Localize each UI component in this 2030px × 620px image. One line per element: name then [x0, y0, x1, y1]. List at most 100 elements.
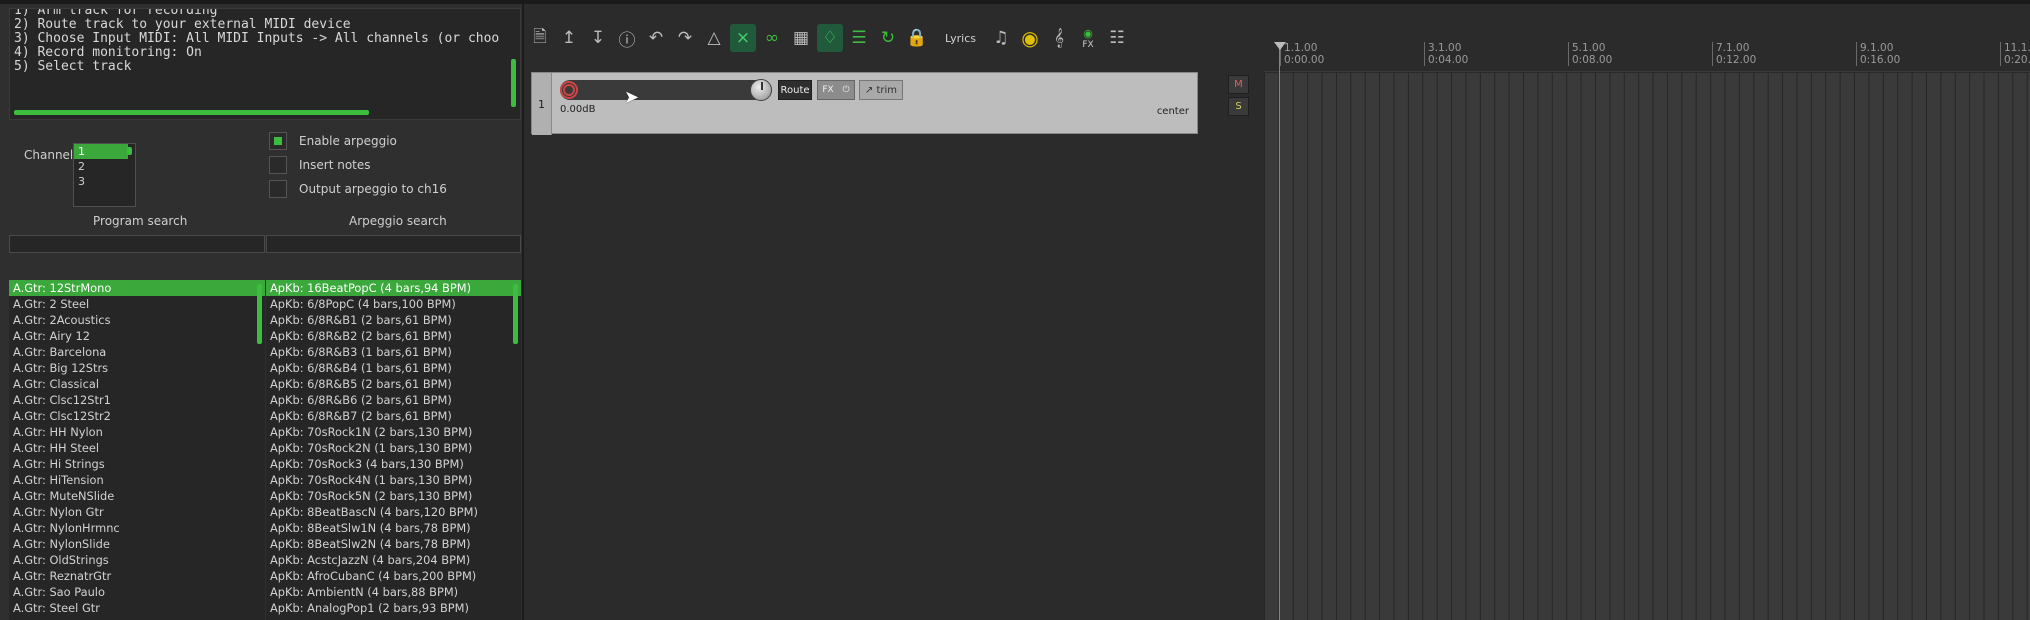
- arpeggio-list[interactable]: ApKb: 16BeatPopC (4 bars,94 BPM) ApKb: 6/…: [266, 280, 521, 620]
- fx-button[interactable]: FX ⏻: [817, 80, 855, 100]
- program-list-item[interactable]: A.Gtr: MuteNSlide: [9, 488, 265, 504]
- solo-button[interactable]: S: [1228, 97, 1249, 116]
- pan-readout: center: [1156, 106, 1189, 117]
- metronome-icon[interactable]: △: [701, 24, 727, 52]
- program-list-item[interactable]: A.Gtr: NylonSlide: [9, 536, 265, 552]
- timeline-ruler[interactable]: 1.1.00 0:00.00 3.1.00 0:04.00 5.1.00 0:08.00 7…: [1264, 40, 2030, 72]
- arpeggio-list-item[interactable]: ApKb: 6/8R&B2 (2 bars,61 BPM): [266, 328, 521, 344]
- ruler-mark: 11.1.000:20.00: [2000, 42, 2030, 66]
- program-list-item[interactable]: A.Gtr: Airy 12: [9, 328, 265, 344]
- instructions-hscroll[interactable]: [14, 110, 369, 115]
- program-list-item[interactable]: A.Gtr: NylonHrmnc: [9, 520, 265, 536]
- arpeggio-list-item[interactable]: ApKb: 70sRock1N (2 bars,130 BPM): [266, 424, 521, 440]
- arpeggio-list-item[interactable]: ApKb: 6/8R&B5 (2 bars,61 BPM): [266, 376, 521, 392]
- arpeggio-list-item[interactable]: ApKb: 6/8R&B4 (1 bars,61 BPM): [266, 360, 521, 376]
- program-list-item[interactable]: A.Gtr: Steel Gtr: [9, 600, 265, 616]
- arpeggio-list-item[interactable]: ApKb: 6/8R&B7 (2 bars,61 BPM): [266, 408, 521, 424]
- program-list-item[interactable]: A.Gtr: Clsc12Str2: [9, 408, 265, 424]
- record-arm-button[interactable]: [560, 81, 578, 99]
- trim-button[interactable]: ↗ trim: [859, 80, 903, 100]
- channel-item[interactable]: 3: [74, 174, 128, 189]
- program-list-item[interactable]: A.Gtr: Sao Paulo: [9, 584, 265, 600]
- enable-arpeggio-option[interactable]: Enable arpeggio: [269, 131, 397, 151]
- link-icon[interactable]: ∞: [759, 24, 785, 52]
- program-list-item[interactable]: A.Gtr: HH Steel: [9, 440, 265, 456]
- arpeggio-list-item[interactable]: ApKb: 8BeatBascN (4 bars,120 BPM): [266, 504, 521, 520]
- fx-eye-icon[interactable]: ◉ FX: [1075, 24, 1101, 52]
- channel-scrollbar[interactable]: [127, 147, 132, 155]
- ripple-edit-icon[interactable]: ⨯: [730, 24, 756, 52]
- program-list-item[interactable]: A.Gtr: 2 Steel: [9, 296, 265, 312]
- info-icon[interactable]: ⓘ: [614, 24, 640, 52]
- track-name-field[interactable]: [560, 80, 772, 100]
- tuner-icon[interactable]: ♫: [988, 24, 1014, 52]
- arpeggio-list-item[interactable]: ApKb: 70sRock3 (4 bars,130 BPM): [266, 456, 521, 472]
- arrange-view[interactable]: [1264, 73, 2030, 620]
- arpeggio-list-item[interactable]: ApKb: 8BeatSlw2N (4 bars,78 BPM): [266, 536, 521, 552]
- program-list-item[interactable]: A.Gtr: Barcelona: [9, 344, 265, 360]
- arpeggio-list-item[interactable]: ApKb: 6/8R&B6 (2 bars,61 BPM): [266, 392, 521, 408]
- insert-notes-checkbox[interactable]: [269, 156, 287, 174]
- snap-icon[interactable]: ♢: [817, 24, 843, 52]
- mute-button[interactable]: M: [1228, 75, 1249, 94]
- program-list-item[interactable]: A.Gtr: Clsc12Str1: [9, 392, 265, 408]
- arpeggio-list-item[interactable]: ApKb: 6/8R&B3 (1 bars,61 BPM): [266, 344, 521, 360]
- save-icon[interactable]: ↧: [585, 24, 611, 52]
- loop-icon[interactable]: ↻: [875, 24, 901, 52]
- program-list-item[interactable]: A.Gtr: HH Nylon: [9, 424, 265, 440]
- playhead-marker-icon[interactable]: [1274, 42, 1286, 50]
- ruler-bar-label: 11.1.00: [2004, 42, 2030, 54]
- instructions-vscroll[interactable]: [511, 59, 516, 107]
- power-icon[interactable]: ⏻: [842, 85, 849, 95]
- arpeggio-list-item[interactable]: ApKb: 70sRock4N (1 bars,130 BPM): [266, 472, 521, 488]
- program-search-input[interactable]: [9, 235, 265, 253]
- upload-icon[interactable]: ↥: [556, 24, 582, 52]
- program-list-item[interactable]: A.Gtr: HiTension: [9, 472, 265, 488]
- channel-item[interactable]: 1: [74, 144, 128, 159]
- arpeggio-list-item[interactable]: ApKb: 70sRock5N (2 bars,130 BPM): [266, 488, 521, 504]
- grid-lines-icon[interactable]: ☰: [846, 24, 872, 52]
- arpeggio-list-item[interactable]: ApKb: 6/8R&B1 (2 bars,61 BPM): [266, 312, 521, 328]
- program-list-item[interactable]: A.Gtr: Hi Strings: [9, 456, 265, 472]
- redo-icon[interactable]: ↷: [672, 24, 698, 52]
- program-list-item[interactable]: A.Gtr: Classical: [9, 376, 265, 392]
- insert-notes-option[interactable]: Insert notes: [269, 155, 371, 175]
- program-list-item[interactable]: A.Gtr: Big 12Strs: [9, 360, 265, 376]
- new-project-icon[interactable]: 🗎: [527, 24, 553, 52]
- program-list[interactable]: A.Gtr: 12StrMono A.Gtr: 2 Steel A.Gtr: 2Ac…: [9, 280, 265, 620]
- color-wheel-icon[interactable]: ◉: [1017, 24, 1043, 52]
- arpeggio-list-scrollbar[interactable]: [513, 284, 518, 344]
- output-ch16-option[interactable]: Output arpeggio to ch16: [269, 179, 447, 199]
- undo-icon[interactable]: ↶: [643, 24, 669, 52]
- instructions-box[interactable]: 1) Arm track for recording 2) Route trac…: [9, 8, 521, 120]
- program-list-item[interactable]: A.Gtr: OldStrings: [9, 552, 265, 568]
- arpeggio-list-item[interactable]: ApKb: 70sRock2N (1 bars,130 BPM): [266, 440, 521, 456]
- lyrics-button[interactable]: Lyrics: [945, 32, 976, 45]
- ruler-bar-label: 9.1.00: [1860, 42, 1894, 54]
- arpeggio-list-item[interactable]: ApKb: AmbientN (4 bars,88 BPM): [266, 584, 521, 600]
- enable-arpeggio-label: Enable arpeggio: [299, 134, 397, 148]
- program-list-item[interactable]: A.Gtr: 2Acoustics: [9, 312, 265, 328]
- program-list-scrollbar[interactable]: [257, 284, 262, 344]
- playhead-cursor[interactable]: [1279, 42, 1280, 620]
- arpeggio-list-item[interactable]: ApKb: AnalogPop1 (2 bars,93 BPM): [266, 600, 521, 616]
- arpeggio-list-item[interactable]: ApKb: AfroCubanC (4 bars,200 BPM): [266, 568, 521, 584]
- arpeggio-list-item[interactable]: ApKb: 16BeatPopC (4 bars,94 BPM): [266, 280, 521, 296]
- enable-arpeggio-checkbox[interactable]: [269, 132, 287, 150]
- arpeggio-list-item[interactable]: ApKb: 6/8PopC (4 bars,100 BPM): [266, 296, 521, 312]
- route-button[interactable]: Route: [778, 80, 812, 100]
- arpeggio-list-item[interactable]: ApKb: 8BeatSlw1N (4 bars,78 BPM): [266, 520, 521, 536]
- program-list-item[interactable]: A.Gtr: Nylon Gtr: [9, 504, 265, 520]
- treble-clef-icon[interactable]: 𝄞: [1046, 24, 1072, 52]
- grid-icon[interactable]: ▦: [788, 24, 814, 52]
- arpeggio-list-item[interactable]: ApKb: AcstcJazzN (4 bars,204 BPM): [266, 552, 521, 568]
- volume-knob[interactable]: [750, 79, 772, 101]
- channel-list[interactable]: 1 2 3: [73, 143, 136, 207]
- program-list-item[interactable]: A.Gtr: ReznatrGtr: [9, 568, 265, 584]
- program-list-item[interactable]: A.Gtr: 12StrMono: [9, 280, 265, 296]
- arpeggio-search-input[interactable]: [266, 235, 521, 253]
- channel-item[interactable]: 2: [74, 159, 128, 174]
- piano-icon[interactable]: ☷: [1104, 24, 1130, 52]
- output-ch16-checkbox[interactable]: [269, 180, 287, 198]
- lock-icon[interactable]: 🔒: [904, 24, 930, 52]
